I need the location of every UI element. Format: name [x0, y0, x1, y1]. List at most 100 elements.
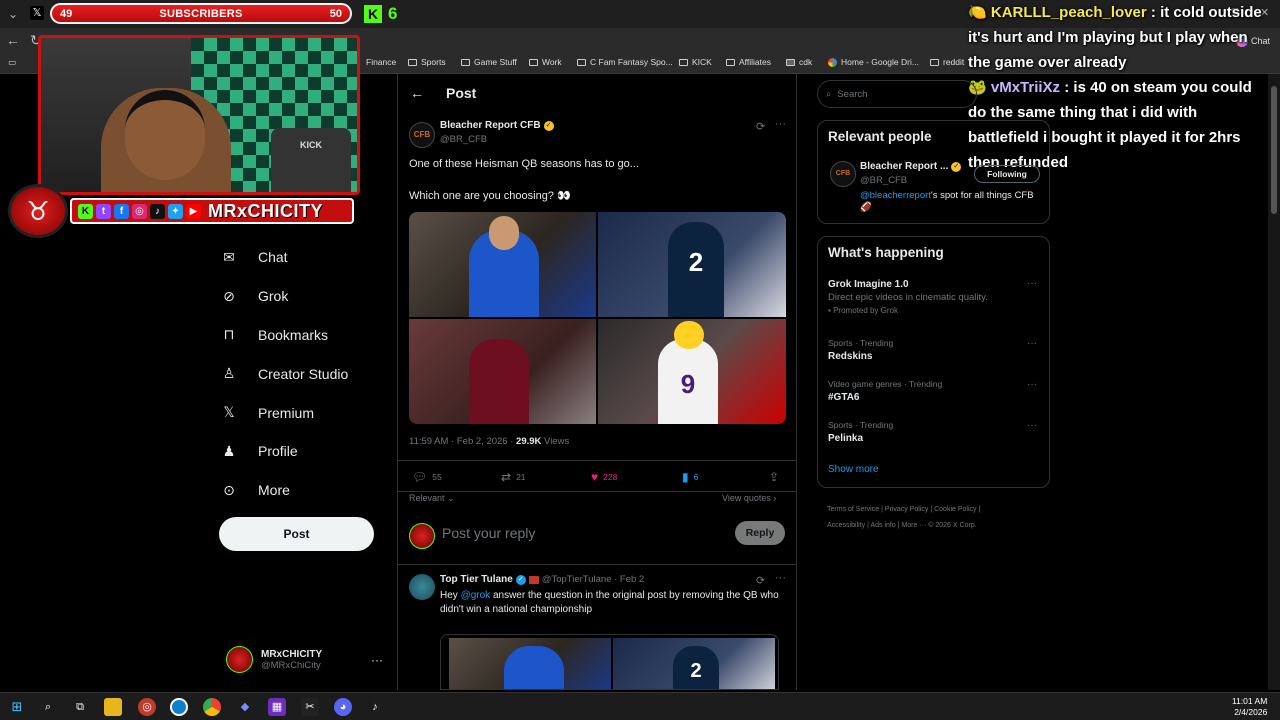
tiktok-icon[interactable]: ♪ — [366, 698, 384, 716]
reply-action[interactable]: 💬︎ 55 — [412, 470, 442, 484]
tweet-image-3[interactable] — [409, 319, 596, 424]
bookmark-affiliates[interactable]: Affiliates — [726, 57, 771, 67]
bookmark-google-drive[interactable]: Home - Google Dri... — [828, 57, 919, 67]
bookmark-game-stuff[interactable]: Game Stuff — [461, 57, 517, 67]
obs-icon[interactable]: ◎ — [138, 698, 156, 716]
system-clock[interactable]: 11:01 AM 2/4/2026 — [1232, 696, 1267, 718]
search-icon[interactable]: ⌕ — [39, 698, 57, 716]
nav-chat[interactable]: ✉ Chat — [220, 238, 348, 277]
main-column: ← Post CFB Bleacher Report CFB ✓ @BR_CFB … — [397, 74, 797, 690]
trend-item[interactable]: Sports · Trending Pelinka — [828, 420, 893, 444]
footer-line[interactable]: Terms of Service | Privacy Policy | Cook… — [827, 502, 1057, 518]
trend-item[interactable]: Sports · Trending Redskins — [828, 338, 893, 362]
tweet-author[interactable]: Bleacher Report CFB ✓ — [440, 120, 554, 131]
grok-analyze-icon[interactable]: ⟳ — [756, 574, 765, 587]
bookmark-label: cdk — [799, 57, 813, 67]
reply-author[interactable]: Top Tier Tulane ✓ @TopTierTulane · Feb 2 — [440, 574, 644, 585]
view-quotes-link[interactable]: View quotes › — [722, 493, 776, 503]
discord-icon[interactable]: ◕ — [334, 698, 352, 716]
bookmark-reddit[interactable]: reddit — [930, 57, 964, 67]
windows-start-icon[interactable]: ⊞ — [8, 698, 26, 716]
trend-more-icon[interactable]: ··· — [1027, 379, 1037, 390]
trend-more-icon[interactable]: ··· — [1027, 278, 1037, 289]
nav-grok[interactable]: ⊘ Grok — [220, 277, 348, 316]
bookmark-action[interactable]: ▮ 6 — [682, 470, 698, 484]
like-action[interactable]: ♥ 228 — [591, 470, 617, 484]
show-more-link[interactable]: Show more — [828, 464, 879, 475]
grok-analyze-icon[interactable]: ⟳ — [756, 120, 765, 133]
share-icon: ⇪ — [769, 470, 780, 484]
person-name[interactable]: Bleacher Report ... ✓ — [860, 161, 962, 172]
bookmark-filled-icon: ▮ — [682, 470, 689, 484]
person-avatar[interactable]: CFB — [830, 161, 856, 187]
account-switcher[interactable]: MRxCHICITY @MRxChiCity — [226, 646, 322, 673]
compose-post-button[interactable]: Post — [219, 517, 374, 551]
search-input[interactable]: ⌕ Search — [817, 80, 977, 108]
bookmarks-menu-icon[interactable]: ▭ — [8, 57, 16, 68]
trend-item[interactable]: Grok Imagine 1.0 Direct epic videos in c… — [828, 279, 988, 315]
trend-more-icon[interactable]: ··· — [1027, 338, 1037, 349]
chat-username: vMxTriiXz — [990, 79, 1061, 96]
capcut-icon[interactable]: ✂ — [301, 698, 319, 716]
reply-image-right: 2 — [613, 638, 775, 689]
back-arrow-icon[interactable]: ← — [410, 85, 424, 101]
tweet-more-icon[interactable]: ··· — [775, 118, 786, 130]
sort-relevant-dropdown[interactable]: Relevant ⌄ — [409, 493, 455, 504]
footer-line[interactable]: Accessibility | Ads info | More ··· © 20… — [827, 518, 1057, 534]
file-explorer-icon[interactable] — [104, 698, 122, 716]
nav-profile[interactable]: ♟ Profile — [220, 432, 348, 471]
tweet-image-1[interactable] — [409, 212, 596, 317]
bookmark-label: Finance — [366, 57, 397, 67]
bookmark-finance[interactable]: Finance — [366, 57, 396, 67]
reply-icon: 💬︎ — [412, 470, 428, 484]
app-icon[interactable]: ◆ — [236, 698, 254, 716]
nav-more[interactable]: ⊙ More — [220, 471, 348, 510]
edge-icon[interactable] — [170, 698, 188, 716]
webcam-overlay: KICK — [38, 35, 360, 195]
post-header: ← Post — [398, 74, 797, 114]
nav-premium[interactable]: 𝕏 Premium — [220, 393, 348, 432]
repost-action[interactable]: ⇄ 21 — [501, 470, 526, 484]
tab-list-icon[interactable]: ⌄ — [4, 5, 22, 23]
promoted-label: Promoted by Grok — [833, 306, 898, 315]
bookmark-cdk[interactable]: cdk — [786, 57, 812, 67]
x-tab-favicon[interactable]: 𝕏 — [30, 6, 44, 20]
page-scrollbar[interactable] — [1268, 74, 1280, 690]
chrome-icon[interactable] — [203, 698, 221, 716]
reply-input[interactable]: Post your reply — [442, 525, 535, 541]
share-action[interactable]: ⇪ — [769, 470, 779, 484]
bookmark-sports[interactable]: Sports — [408, 57, 446, 67]
mention-link[interactable]: @grok — [461, 590, 491, 601]
verified-badge-icon: ✓ — [515, 574, 526, 585]
nav-creator-studio[interactable]: ♙ Creator Studio — [220, 354, 349, 393]
grid-app-icon[interactable]: ▦ — [268, 698, 286, 716]
author-avatar[interactable]: CFB — [409, 122, 435, 148]
bio-mention-link[interactable]: @bleacherreport — [860, 190, 931, 201]
back-button[interactable]: ← — [6, 32, 20, 48]
reply-image[interactable]: 2 — [440, 634, 779, 690]
person-icon: ♟ — [222, 442, 236, 459]
shirt-text: KICK — [300, 140, 322, 150]
reply-button[interactable]: Reply — [735, 521, 785, 545]
player-jersey: 2 — [668, 222, 724, 317]
bookmark-kick[interactable]: KICK — [679, 57, 712, 67]
trend-more-icon[interactable]: ··· — [1027, 420, 1037, 431]
tweet-timestamp[interactable]: 11:59 AM · Feb 2, 2026 · — [409, 436, 516, 447]
task-view-icon[interactable]: ⧉ — [71, 698, 89, 716]
tweet-image-2[interactable]: 2 — [598, 212, 786, 317]
views-label: Views — [541, 436, 570, 447]
x-sidebar-nav: ✉ Chat ⊘ Grok ⊓ Bookmarks ♙ Creator Studio 𝕏… — [220, 238, 349, 510]
account-more-icon[interactable]: ··· — [371, 653, 383, 667]
following-button[interactable]: Following — [974, 165, 1040, 183]
trend-item[interactable]: Video game genres · Trending #GTA6 — [828, 379, 942, 403]
nav-bookmarks[interactable]: ⊓ Bookmarks — [220, 316, 348, 355]
scrollbar-thumb[interactable] — [1271, 86, 1277, 214]
bookmark-work[interactable]: Work — [529, 57, 562, 67]
reply-author-avatar[interactable] — [409, 574, 435, 600]
author-handle[interactable]: @BR_CFB — [440, 134, 487, 145]
bookmark-fantasy[interactable]: C Fam Fantasy Spo... — [577, 57, 673, 67]
reply-more-icon[interactable]: ··· — [775, 572, 786, 584]
reply-count: 55 — [432, 472, 442, 482]
tweet-image-4[interactable]: 9 — [598, 319, 786, 424]
reply-text-pre: Hey — [440, 590, 461, 601]
